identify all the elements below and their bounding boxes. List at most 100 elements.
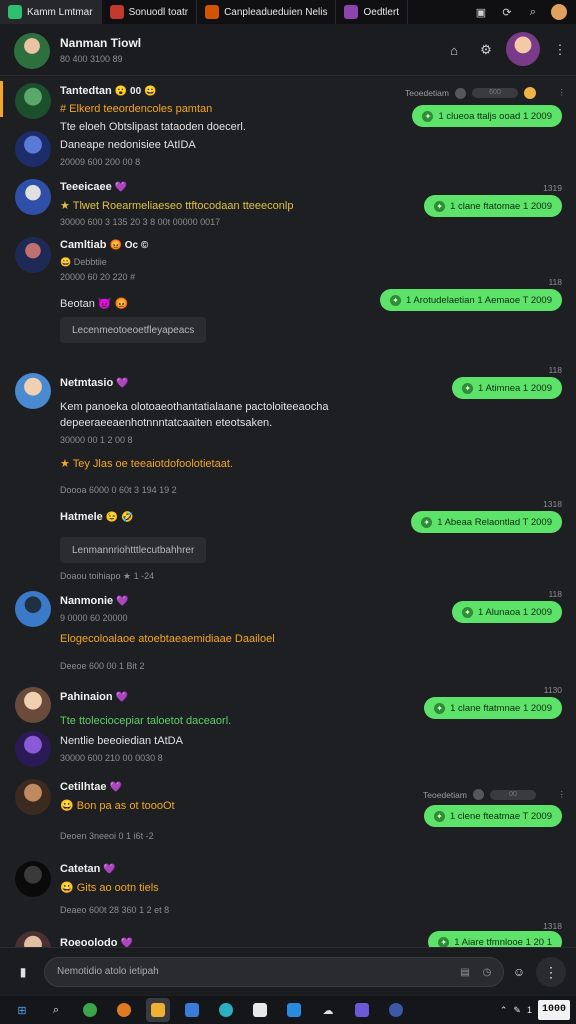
- more-vertical-icon[interactable]: ⋮: [550, 40, 570, 60]
- message-meta: 30000 600 210 00 0030 8: [60, 753, 163, 763]
- message-meta: Doooa 6000 0 60t 3 194 19 2: [60, 485, 177, 495]
- message-line: Beotan 😈 😡: [60, 298, 129, 310]
- reply-pill[interactable]: ✦ 1 clane ftatomae 1 2009: [424, 195, 562, 217]
- reply-pill[interactable]: ✦ 1 Abeaa Relaontlad T 2009: [411, 511, 562, 533]
- search-icon[interactable]: ⌕: [44, 998, 68, 1022]
- sender-emoji: 😮 00 😀: [114, 86, 157, 97]
- sender-name[interactable]: Teeeicaee 💜: [60, 181, 127, 193]
- clock-icon[interactable]: ◷: [479, 964, 495, 980]
- reply-pill[interactable]: ✦ 1 Arotudelaetian 1 Aemaoe T 2009: [380, 289, 562, 311]
- refresh-icon[interactable]: ⟳: [498, 3, 516, 21]
- play-icon[interactable]: [473, 789, 484, 800]
- reply-pill[interactable]: ✦ 1 Atimnea 1 2009: [452, 377, 562, 399]
- timestamp: 1318: [543, 499, 562, 509]
- progress-bar[interactable]: 00: [490, 789, 536, 800]
- avatar[interactable]: [15, 687, 51, 723]
- settings-icon[interactable]: ⚙: [476, 40, 496, 60]
- tab-0[interactable]: Kamm Lmtmar: [0, 0, 102, 24]
- timestamp: 118: [548, 365, 562, 375]
- reply-pill[interactable]: ✦ 1 clene fteatmae T 2009: [423, 805, 562, 827]
- audio-player[interactable]: Teoedetiam 00: [423, 789, 536, 800]
- avatar[interactable]: [15, 779, 51, 815]
- reply-pill[interactable]: ✦ 1 Aiare tfmnlooe 1 20 1: [428, 931, 562, 947]
- attach-icon[interactable]: ▮: [12, 961, 34, 983]
- windows-icon[interactable]: ⊞: [10, 998, 34, 1022]
- emoji-icon[interactable]: ☺: [508, 961, 530, 983]
- shield-icon[interactable]: [214, 998, 238, 1022]
- basketball-icon[interactable]: [112, 998, 136, 1022]
- message-feed[interactable]: Tantedtan 😮 00 😀 # Elkerd teeordencoles …: [0, 77, 576, 947]
- gem-icon[interactable]: [350, 998, 374, 1022]
- note-icon[interactable]: [248, 998, 272, 1022]
- play-icon[interactable]: [455, 87, 466, 99]
- sender-name[interactable]: Pahinaion 💜: [60, 691, 128, 703]
- progress-bar[interactable]: 600: [472, 88, 518, 98]
- tray-chevron-icon[interactable]: ⌃: [500, 1005, 508, 1016]
- avatar[interactable]: [15, 931, 51, 947]
- tab-label: Canpleadueduien Nelis: [224, 6, 328, 18]
- message-input[interactable]: Nemotidio atolo ietipah ▤ ◷: [44, 957, 504, 987]
- message-line: ★ Tlwet Roearmeliaeseo ttftocodaan tteee…: [60, 200, 294, 212]
- avatar[interactable]: [15, 731, 51, 767]
- sticker-icon: ✦: [462, 382, 474, 394]
- grid-icon[interactable]: [180, 998, 204, 1022]
- sticker-icon: ✦: [438, 936, 450, 947]
- profile-icon[interactable]: [550, 3, 568, 21]
- message-line: Nentlie beeoiedian tAtDA: [60, 735, 183, 747]
- message-line: 😀 Bon pa as ot toooOt: [60, 800, 175, 812]
- more-icon[interactable]: ⋮: [558, 789, 567, 800]
- chat-icon[interactable]: ☁: [316, 998, 340, 1022]
- message-line: Tte ttoleciocepiar taloetot daceaorl.: [60, 715, 232, 727]
- reply-pill[interactable]: ✦ 1 Alunaoa 1 2009: [452, 601, 562, 623]
- more-icon[interactable]: ⋮: [558, 87, 567, 98]
- avatar-icon: [109, 5, 124, 19]
- sender-emoji: 😡 Oc ©: [109, 240, 149, 251]
- user-avatar[interactable]: [506, 32, 540, 66]
- attachment-chip[interactable]: Lecenmeotoeoetfleyapeacs: [60, 317, 207, 343]
- sender-name[interactable]: Hatmele 😉 🤣: [60, 511, 134, 523]
- message-meta: 30000 600 3 135 20 3 8 00t 00000 0017: [60, 217, 221, 227]
- image-icon[interactable]: ▤: [457, 964, 473, 980]
- clock[interactable]: 1000: [537, 1000, 570, 1020]
- contact-avatar[interactable]: [14, 33, 50, 69]
- reply-pill[interactable]: ✦ 1 clane ftatmnae 1 2009: [424, 697, 562, 719]
- sender-name[interactable]: Camltiab 😡 Oc ©: [60, 239, 148, 251]
- sender-name[interactable]: Netmtasio 💜: [60, 377, 129, 389]
- sender-name[interactable]: Nanmonie 💜: [60, 595, 129, 607]
- tab-3[interactable]: Oedtlert: [336, 0, 409, 24]
- avatar[interactable]: [15, 131, 51, 167]
- message-meta: 30000 00 1 2 00 8: [60, 435, 133, 445]
- timestamp: 1318: [543, 921, 562, 931]
- edit-icon[interactable]: ✎: [513, 1005, 521, 1016]
- more-options-icon[interactable]: ⋮: [536, 957, 566, 987]
- sender-name[interactable]: Catetan 💜: [60, 863, 116, 875]
- avatar[interactable]: [15, 861, 51, 897]
- app-logo-icon: [8, 5, 22, 19]
- attachment-chip[interactable]: Lenmannriohtttlecutbahhrer: [60, 537, 207, 563]
- search-icon[interactable]: ⌕: [524, 3, 542, 21]
- avatar[interactable]: [15, 179, 51, 215]
- avatar[interactable]: [15, 83, 51, 119]
- window-icon[interactable]: ▣: [472, 3, 490, 21]
- player-label: Teoedetiam: [423, 789, 467, 800]
- message-meta: Deoen 3neeoi 0 1 i6t -2: [60, 831, 154, 841]
- reply-pill[interactable]: ✦ 1 clueoa ttaljs ooad 1 2009: [412, 105, 562, 127]
- sender-name[interactable]: Tantedtan 😮 00 😀: [60, 85, 156, 97]
- lock-icon[interactable]: ⌂: [444, 40, 464, 60]
- avatar-icon: [205, 5, 220, 19]
- sender-emoji: 💜: [103, 864, 116, 875]
- tab-2[interactable]: Canpleadueduien Nelis: [197, 0, 337, 24]
- avatar[interactable]: [15, 591, 51, 627]
- audio-player[interactable]: Teoedetiam 600: [405, 87, 536, 99]
- avatar[interactable]: [15, 237, 51, 273]
- avatar[interactable]: [15, 373, 51, 409]
- globe-icon[interactable]: [384, 998, 408, 1022]
- sender-name[interactable]: Roeoolodo 💜: [60, 937, 133, 947]
- pen-icon[interactable]: [282, 998, 306, 1022]
- sender-name[interactable]: Cetilhtae 💜: [60, 781, 122, 793]
- taskbar: ⊞ ⌕ ☁ ⌃ ✎ 1 1000: [0, 996, 576, 1024]
- message-line: ★ Tey Jlas oe teeaiotdofoolotietaat.: [60, 458, 233, 470]
- tab-1[interactable]: Sonuodl toatr: [102, 0, 198, 24]
- folder-icon[interactable]: [146, 998, 170, 1022]
- chrome-icon[interactable]: [78, 998, 102, 1022]
